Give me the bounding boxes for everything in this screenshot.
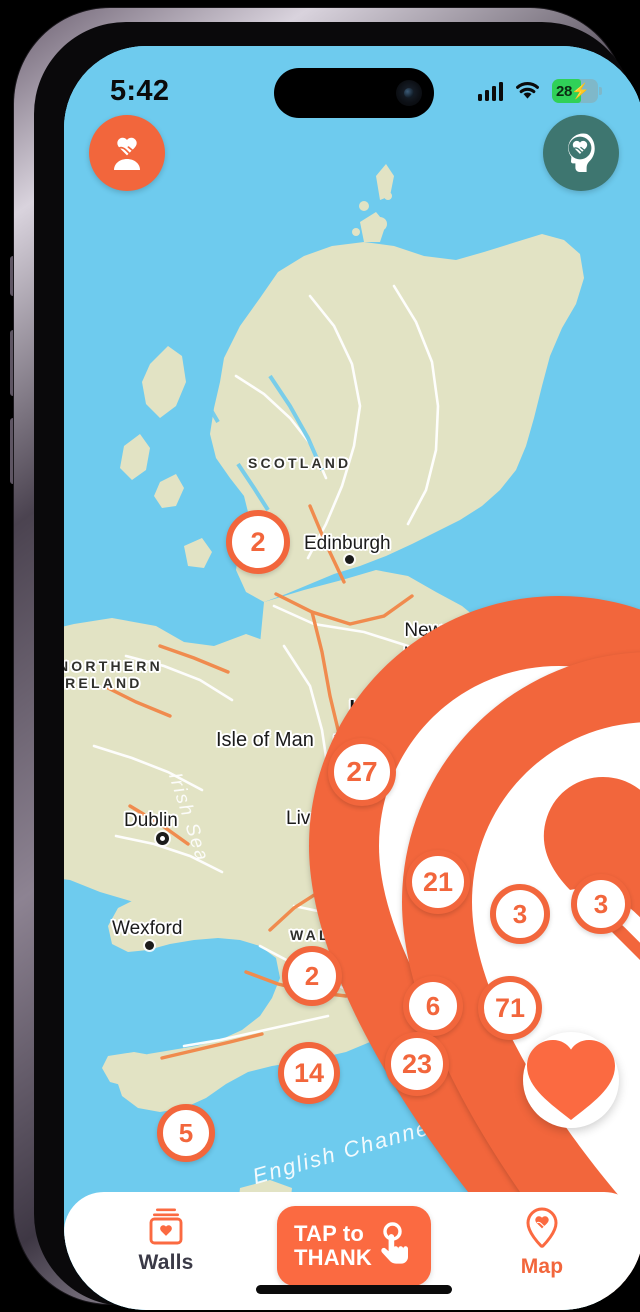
tap-to-thank-line2: THANK [294, 1245, 372, 1270]
status-clock: 5:42 [110, 74, 170, 107]
head-heart-handshake-icon [568, 133, 595, 172]
status-indicators: 28 ⚡ [477, 79, 602, 103]
tap-to-thank-line1: TAP to [294, 1221, 365, 1247]
map-cluster-marker[interactable]: 14 [278, 1042, 340, 1104]
heart-icon [527, 1040, 615, 1120]
wall-heart-icon [149, 1208, 183, 1245]
dynamic-island [274, 68, 434, 118]
screenshot-root: SCOTLAND NORTHERNIRELAND WALES UnitedKin… [0, 0, 640, 1312]
person-heart-handshake-icon [114, 137, 140, 170]
map-cluster-marker[interactable]: 5 [157, 1104, 215, 1162]
map-cluster-marker[interactable]: 21 [406, 850, 470, 914]
cellular-bars-icon [477, 81, 503, 101]
tab-walls[interactable]: Walls [106, 1206, 226, 1275]
city-dot-wexford [145, 941, 154, 950]
battery-percent-label: 28 [556, 82, 573, 100]
phone-bezel: SCOTLAND NORTHERNIRELAND WALES UnitedKin… [34, 22, 640, 1310]
phone-screen: SCOTLAND NORTHERNIRELAND WALES UnitedKin… [64, 46, 640, 1310]
battery-charging-bolt-icon: ⚡ [571, 83, 590, 100]
tab-map[interactable]: Map [482, 1206, 602, 1279]
tab-map-label: Map [520, 1255, 564, 1278]
map-cluster-marker[interactable]: 2 [282, 946, 342, 1006]
battery-icon: 28 ⚡ [552, 79, 602, 103]
map-pin-heart-handshake-2[interactable] [362, 370, 640, 1310]
profile-button[interactable] [89, 115, 165, 191]
phone-frame: SCOTLAND NORTHERNIRELAND WALES UnitedKin… [14, 8, 640, 1310]
map-cluster-marker[interactable]: 27 [328, 738, 396, 806]
map-cluster-marker[interactable]: 2 [226, 510, 290, 574]
front-camera-icon [396, 80, 422, 106]
tap-to-thank-label: TAP to THANK [294, 1222, 372, 1270]
map-cluster-marker[interactable]: 3 [490, 884, 550, 944]
wifi-icon [516, 82, 539, 99]
favourites-fab-button[interactable] [523, 1032, 619, 1128]
map-cluster-marker[interactable]: 3 [571, 874, 631, 934]
city-dot-dublin [156, 832, 169, 845]
home-indicator [256, 1285, 452, 1294]
map-cluster-marker[interactable]: 6 [403, 976, 463, 1036]
pointing-hand-icon [381, 1222, 408, 1264]
tap-to-thank-button[interactable]: TAP to THANK [277, 1206, 431, 1286]
bottom-tab-bar: Walls TAP to THANK Map [64, 1192, 640, 1310]
mindfulness-button[interactable] [543, 115, 619, 191]
map-canvas[interactable]: SCOTLAND NORTHERNIRELAND WALES UnitedKin… [64, 46, 640, 1310]
map-cluster-marker[interactable]: 23 [385, 1032, 449, 1096]
map-cluster-marker[interactable]: 71 [478, 976, 542, 1040]
map-pin-heart-icon [526, 1207, 558, 1248]
tab-walls-label: Walls [138, 1251, 194, 1274]
